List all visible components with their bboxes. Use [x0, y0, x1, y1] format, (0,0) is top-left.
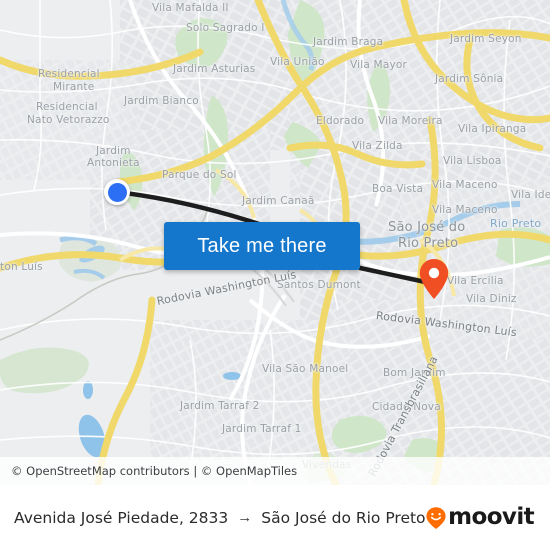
origin-dot-inner: [107, 182, 127, 202]
map-attribution-bar: © OpenStreetMap contributors | © OpenMap…: [0, 457, 550, 485]
origin-location-dot[interactable]: [104, 179, 130, 205]
moovit-map-share-card: Vila Mafalda II Solo Sagrado I Jardim Brag…: [0, 0, 550, 550]
destination-pin[interactable]: [418, 258, 450, 300]
route-footer: Avenida José Piedade, 2833 → São José do…: [0, 485, 550, 550]
attribution-text: © OpenStreetMap contributors | © OpenMap…: [11, 464, 298, 478]
origin-address: Avenida José Piedade, 2833: [14, 508, 229, 527]
destination-name: São José do Rio Preto: [261, 508, 426, 527]
take-me-there-label: Take me there: [197, 234, 327, 257]
moovit-wordmark: moovit: [448, 504, 534, 530]
route-summary: Avenida José Piedade, 2833 → São José do…: [14, 508, 426, 527]
take-me-there-button[interactable]: Take me there: [164, 222, 360, 270]
moovit-pin-icon: [426, 506, 446, 529]
map-canvas[interactable]: Vila Mafalda II Solo Sagrado I Jardim Brag…: [0, 0, 550, 485]
map-pin-icon: [419, 259, 449, 299]
moovit-logo: moovit: [425, 506, 536, 530]
arrow-right-icon: →: [237, 508, 253, 526]
